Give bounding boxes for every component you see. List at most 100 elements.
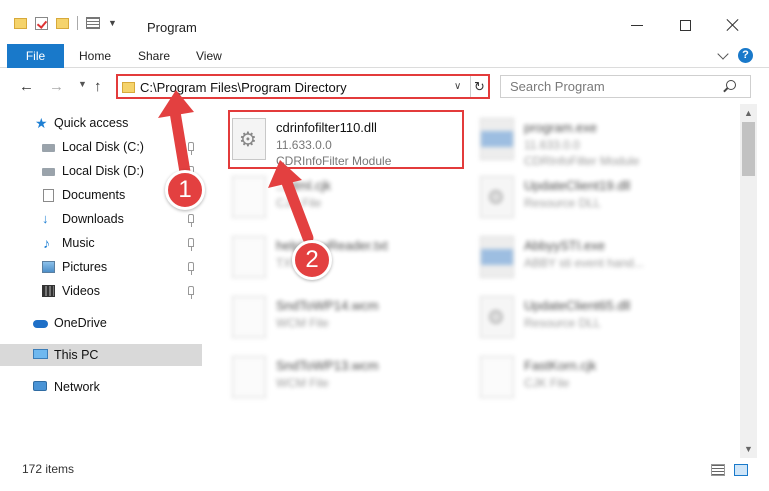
file-type: CJK File	[276, 196, 322, 210]
maximize-button[interactable]	[680, 20, 691, 31]
refresh-icon[interactable]: ↻	[470, 76, 488, 97]
sidebar-item-onedrive[interactable]: OneDrive	[0, 312, 202, 334]
forward-arrow-icon[interactable]: →	[49, 78, 64, 95]
item-count: 172 items	[22, 462, 75, 476]
download-arrow-icon: ↓	[42, 211, 49, 226]
expand-ribbon-chevron-icon[interactable]	[717, 48, 729, 60]
file-item[interactable]: program.exe 11.633.0.0 CDRInfoFilter Mod…	[476, 112, 716, 168]
new-folder-icon[interactable]	[56, 17, 69, 29]
file-name: UpdateClient65.dll	[524, 298, 631, 313]
video-film-icon	[42, 285, 55, 297]
drive-icon	[42, 144, 55, 152]
sidebar-item-label: This PC	[54, 348, 99, 362]
sidebar-item-label: Documents	[62, 188, 126, 202]
sidebar-item-this-pc[interactable]: This PC	[0, 344, 202, 366]
file-item[interactable]: FastKorn.cjk CJK File	[476, 350, 716, 406]
computer-monitor-icon	[33, 349, 48, 359]
network-icon	[33, 381, 47, 391]
up-arrow-icon[interactable]: ↑	[94, 78, 102, 95]
minimize-button[interactable]	[630, 18, 644, 32]
properties-check-icon[interactable]	[35, 16, 48, 30]
pin-icon[interactable]	[188, 262, 194, 275]
exe-file-icon	[480, 236, 514, 278]
scrollbar-thumb[interactable]	[742, 122, 755, 176]
sidebar-item-label: Videos	[62, 284, 100, 298]
status-bar: 172 items	[0, 460, 769, 480]
ribbon-tabs: File Home Share View ?	[0, 44, 769, 68]
tab-view[interactable]: View	[196, 44, 222, 68]
recent-locations-chevron-icon[interactable]: ▼	[78, 79, 87, 89]
file-type: Resource DLL	[524, 316, 601, 330]
address-path[interactable]: C:\Program Files\Program Directory	[140, 80, 347, 95]
file-item[interactable]: SndToWP14.wcm WCM File	[228, 290, 468, 346]
file-type: ABBY sti event hand...	[524, 256, 644, 270]
file-highlight-box	[228, 110, 464, 169]
tab-share[interactable]: Share	[138, 44, 170, 68]
file-name: ...html.cjk	[276, 178, 331, 193]
sidebar-item-label: Downloads	[62, 212, 124, 226]
vertical-scrollbar[interactable]: ▲ ▼	[740, 104, 757, 458]
search-icon[interactable]	[726, 80, 736, 90]
file-name: UpdateClient19.dll	[524, 178, 631, 193]
back-arrow-icon[interactable]: ←	[19, 78, 34, 95]
navigation-pane: ★ Quick access Local Disk (C:) Local Dis…	[0, 108, 210, 452]
file-name: SndToWP14.wcm	[276, 298, 379, 313]
file-name: program.exe	[524, 120, 597, 135]
file-name: AbbyySTI.exe	[524, 238, 605, 253]
details-view-icon[interactable]	[711, 464, 725, 476]
sidebar-item-label: OneDrive	[54, 316, 107, 330]
sidebar-item-pictures[interactable]: Pictures	[0, 256, 202, 278]
file-item[interactable]: ...html.cjk CJK File	[228, 170, 468, 226]
toolbar-divider	[77, 16, 78, 30]
file-name: helpViewReader.txt	[276, 238, 388, 253]
address-bar[interactable]: C:\Program Files\Program Directory ∨ ↻	[116, 74, 490, 99]
file-item[interactable]: UpdateClient19.dll Resource DLL	[476, 170, 716, 226]
file-icon	[232, 236, 266, 278]
file-version: 11.633.0.0	[524, 138, 580, 152]
sidebar-item-videos[interactable]: Videos	[0, 280, 202, 302]
drive-icon	[42, 168, 55, 176]
tab-file[interactable]: File	[7, 44, 64, 68]
sidebar-item-label: Quick access	[54, 116, 129, 130]
file-item[interactable]: UpdateClient65.dll Resource DLL	[476, 290, 716, 346]
tab-home[interactable]: Home	[79, 44, 111, 68]
sidebar-item-label: Pictures	[62, 260, 108, 274]
pin-icon[interactable]	[188, 238, 194, 251]
file-item[interactable]: helpViewReader.txt TXT File	[228, 230, 468, 286]
music-note-icon: ♪	[43, 235, 50, 251]
file-item[interactable]: AbbyySTI.exe ABBY sti event hand...	[476, 230, 716, 286]
pin-icon[interactable]	[188, 286, 194, 299]
scroll-up-arrow-icon[interactable]: ▲	[744, 108, 753, 118]
sidebar-item-music[interactable]: ♪ Music	[0, 232, 202, 254]
file-item[interactable]: SndToWP13.wcm WCM File	[228, 350, 468, 406]
pin-icon[interactable]	[188, 142, 194, 155]
star-icon: ★	[35, 115, 48, 131]
search-input[interactable]	[501, 76, 721, 97]
sidebar-item-quick-access[interactable]: ★ Quick access	[0, 112, 202, 134]
sidebar-item-network[interactable]: Network	[0, 376, 202, 398]
help-button[interactable]: ?	[738, 48, 753, 63]
dll-file-icon	[480, 296, 514, 338]
file-icon	[232, 296, 266, 338]
navigation-bar: ← → ▼ ↑ C:\Program Files\Program Directo…	[0, 72, 769, 100]
properties-icon[interactable]	[86, 17, 100, 29]
pictures-icon	[42, 261, 55, 273]
search-box[interactable]	[500, 75, 751, 98]
sidebar-item-downloads[interactable]: ↓ Downloads	[0, 208, 202, 230]
address-dropdown-chevron-icon[interactable]: ∨	[454, 81, 461, 92]
sidebar-item-label: Music	[62, 236, 95, 250]
close-button[interactable]	[726, 18, 740, 32]
annotation-badge-2: 2	[292, 240, 332, 280]
file-description: CDRInfoFilter Module	[524, 154, 640, 168]
folder-icon	[122, 82, 135, 93]
file-type: WCM File	[276, 376, 329, 390]
file-type: Resource DLL	[524, 196, 601, 210]
customize-toolbar-chevron-icon[interactable]: ▼	[108, 18, 117, 28]
folder-icon[interactable]	[14, 17, 27, 29]
window-title: Program	[147, 20, 197, 35]
sidebar-item-local-disk-c[interactable]: Local Disk (C:)	[0, 136, 202, 158]
pin-icon[interactable]	[188, 214, 194, 227]
scroll-down-arrow-icon[interactable]: ▼	[744, 444, 753, 454]
sidebar-item-label: Network	[54, 380, 100, 394]
large-icons-view-icon[interactable]	[734, 464, 748, 476]
